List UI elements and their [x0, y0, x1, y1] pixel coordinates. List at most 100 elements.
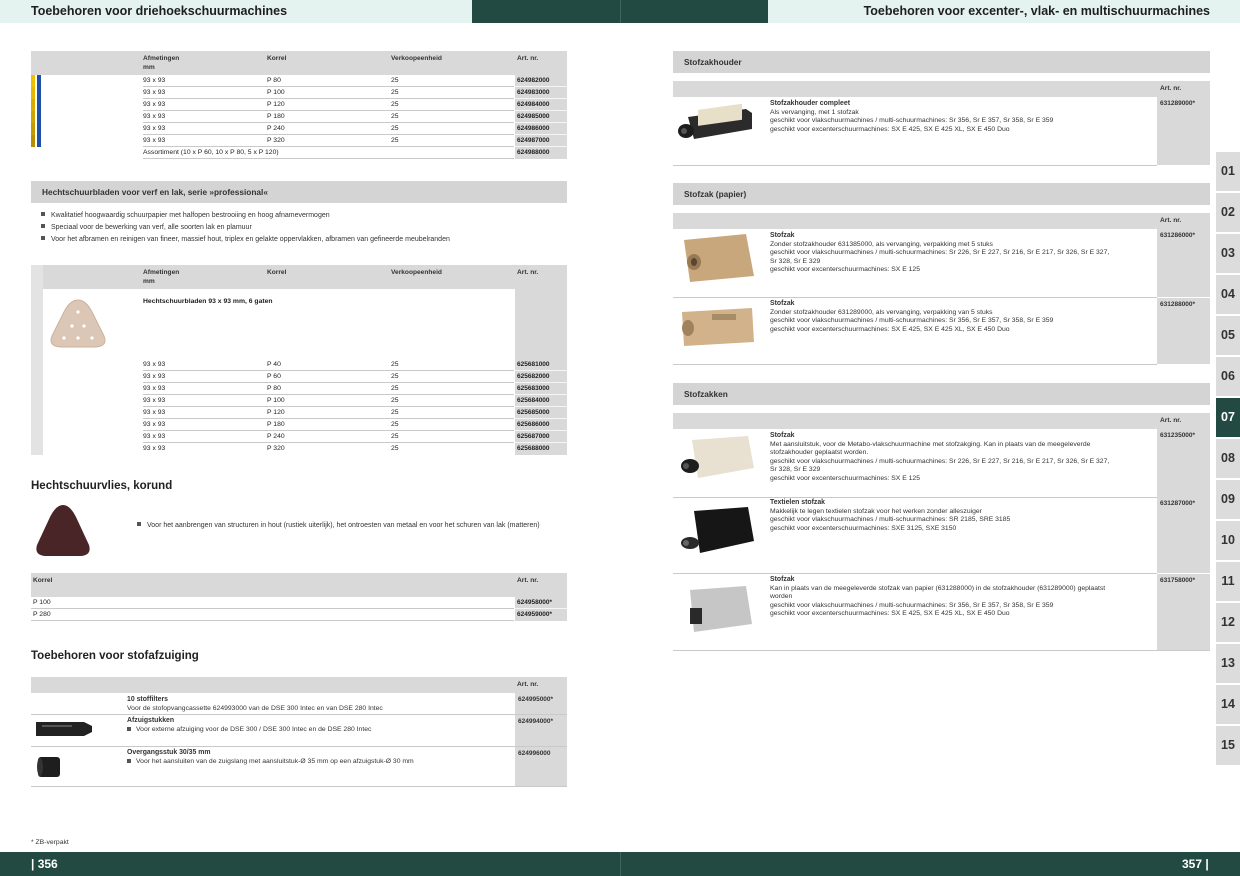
grit-color-strip — [31, 99, 35, 111]
table-header: Afmetingen mm Korrel Verkoopeenheid Art.… — [31, 265, 567, 289]
art-number: 625686000 — [515, 419, 567, 431]
tab-chapter-03[interactable]: 03 — [1216, 234, 1240, 273]
bullet-item: Speciaal voor de bewerking van verf, all… — [41, 224, 252, 233]
tab-chapter-09[interactable]: 09 — [1216, 480, 1240, 519]
product-overgangsstuk: Overgangsstuk 30/35 mm Voor het aansluite… — [127, 749, 414, 765]
art-number: 631235000* — [1157, 429, 1210, 497]
art-number: 625685000 — [515, 407, 567, 419]
grit-color-strip — [31, 75, 35, 87]
art-number: 624995000* — [515, 693, 567, 714]
paper-dust-bag-image — [684, 234, 754, 282]
tab-chapter-14[interactable]: 14 — [1216, 685, 1240, 724]
table-row: 93 x 93 P 320 25 625688000 — [31, 443, 567, 455]
product-subtitle: Hechtschuurbladen 93 x 93 mm, 6 gaten — [143, 298, 273, 305]
table-header: Art. nr. — [673, 81, 1210, 97]
header-left-title: Toebehoren voor driehoekschuurmachines — [0, 0, 472, 23]
grit-color-strip — [37, 99, 41, 111]
heading-stofafzuiging: Toebehoren voor stofafzuiging — [31, 650, 199, 662]
table-row: 93 x 93 P 180 25 624985000 — [31, 111, 567, 123]
table-row: 93 x 93 P 100 25 624983000 — [31, 87, 567, 99]
professional-table: Afmetingen mm Korrel Verkoopeenheid Art.… — [31, 265, 567, 455]
product-stofzak-textiel: Stofzak Kan in plaats van de meegeleverd… — [770, 576, 1106, 618]
grit-color-strip — [37, 111, 41, 123]
footer-divider — [620, 852, 621, 876]
table-header: Afmetingen mm Korrel Verkoopeenheid Art.… — [31, 51, 567, 75]
table-row: P 280 624959000* — [31, 609, 567, 621]
table-row: 93 x 93 P 240 25 624986000 — [31, 123, 567, 135]
dust-bag-holder-image — [678, 103, 752, 139]
tab-chapter-06[interactable]: 06 — [1216, 357, 1240, 396]
tab-chapter-01[interactable]: 01 — [1216, 152, 1240, 191]
table-header: Art. nr. — [673, 213, 1210, 229]
grit-color-strip — [31, 111, 35, 123]
bullet-item: Voor het afbramen en reinigen van fineer… — [41, 236, 450, 245]
table-left-band — [31, 265, 43, 455]
table-row: P 100 624958000* — [31, 597, 567, 609]
art-number: 631287000* — [1157, 497, 1210, 573]
grit-color-strip — [31, 123, 35, 135]
art-number: 624984000 — [515, 99, 567, 111]
grit-color-strip — [37, 123, 41, 135]
table-row: 93 x 93 P 180 25 625686000 — [31, 419, 567, 431]
product-stofzakhouder-compleet: Stofzakhouder compleet Als vervanging, m… — [770, 100, 1054, 133]
paper-dust-bag-image — [682, 308, 754, 346]
product-stofzak-aansluitstuk: Stofzak Met aansluitstuk, voor de Metabo… — [770, 432, 1110, 482]
table-header: Art. nr. — [673, 413, 1210, 429]
table-row: 93 x 93 P 80 25 625683000 — [31, 383, 567, 395]
art-number: 624988000 — [515, 147, 567, 159]
page-number-left: | 356 — [31, 857, 58, 871]
header-right-title: Toebehoren voor excenter-, vlak- en mult… — [768, 0, 1240, 23]
tab-chapter-02[interactable]: 02 — [1216, 193, 1240, 232]
art-number: 625684000 — [515, 395, 567, 407]
art-number: 624985000 — [515, 111, 567, 123]
adapter-piece-image — [37, 757, 60, 777]
art-number: 631288000* — [1157, 298, 1210, 364]
table-header: Art. nr. — [31, 677, 567, 693]
art-number: 625687000 — [515, 431, 567, 443]
art-number: 625682000 — [515, 371, 567, 383]
product-textielen-stofzak: Textielen stofzak Makkelijk te legen tex… — [770, 499, 1011, 532]
tab-chapter-10[interactable]: 10 — [1216, 521, 1240, 560]
tab-chapter-08[interactable]: 08 — [1216, 439, 1240, 478]
grit-color-strip — [37, 87, 41, 99]
art-number: 624959000* — [515, 609, 567, 621]
tab-chapter-11[interactable]: 11 — [1216, 562, 1240, 601]
section-header-stofzakken: Stofzakken — [673, 383, 1210, 405]
art-number: 625681000 — [515, 359, 567, 371]
product-afzuigstukken: Afzuigstukken Voor externe afzuiging voor… — [127, 717, 372, 733]
tab-chapter-12[interactable]: 12 — [1216, 603, 1240, 642]
fabric-dust-bag-image — [690, 586, 752, 632]
art-number: 624994000* — [515, 715, 567, 746]
dust-bag-image — [681, 436, 754, 478]
heading-vlies: Hechtschuurvlies, korund — [31, 480, 173, 492]
bullet-item: Kwalitatief hoogwaardig schuurpapier met… — [41, 212, 330, 221]
tab-chapter-15[interactable]: 15 — [1216, 726, 1240, 765]
section-header-stofzak-papier: Stofzak (papier) — [673, 183, 1210, 205]
sanding-triangle-image — [50, 299, 106, 348]
table-row: 93 x 93 P 80 25 624982000 — [31, 75, 567, 87]
tab-chapter-13[interactable]: 13 — [1216, 644, 1240, 683]
art-number: 624987000 — [515, 135, 567, 147]
art-number: 624986000 — [515, 123, 567, 135]
art-number: 631286000* — [1157, 229, 1210, 297]
suction-nozzle-image — [36, 722, 92, 736]
table-row: 93 x 93 P 120 25 624984000 — [31, 99, 567, 111]
art-number: 631758000* — [1157, 574, 1210, 650]
tab-chapter-05[interactable]: 05 — [1216, 316, 1240, 355]
bullet-square-icon — [41, 212, 45, 216]
table-row: 93 x 93 P 320 25 624987000 — [31, 135, 567, 147]
art-number: 625688000 — [515, 443, 567, 455]
bullet-square-icon — [127, 758, 131, 763]
table-row-assortment: Assortiment (10 x P 60, 10 x P 80, 5 x P… — [31, 147, 567, 159]
table-row: 93 x 93 P 120 25 625685000 — [31, 407, 567, 419]
tab-chapter-07[interactable]: 07 — [1216, 398, 1240, 437]
table-row: 93 x 93 P 60 25 625682000 — [31, 371, 567, 383]
textile-dust-bag-image — [681, 507, 754, 553]
art-number: 624996000 — [515, 747, 567, 786]
section-header-professional: Hechtschuurbladen voor verf en lak, seri… — [31, 181, 567, 203]
tab-chapter-04[interactable]: 04 — [1216, 275, 1240, 314]
bullet-square-icon — [127, 726, 131, 731]
grit-color-strip — [31, 87, 35, 99]
product-stoffilters: 10 stoffilters Voor de stofopvangcassette… — [127, 696, 383, 712]
product-stofzak-papier-1: Stofzak Zonder stofzakhouder 631385000, … — [770, 232, 1110, 274]
